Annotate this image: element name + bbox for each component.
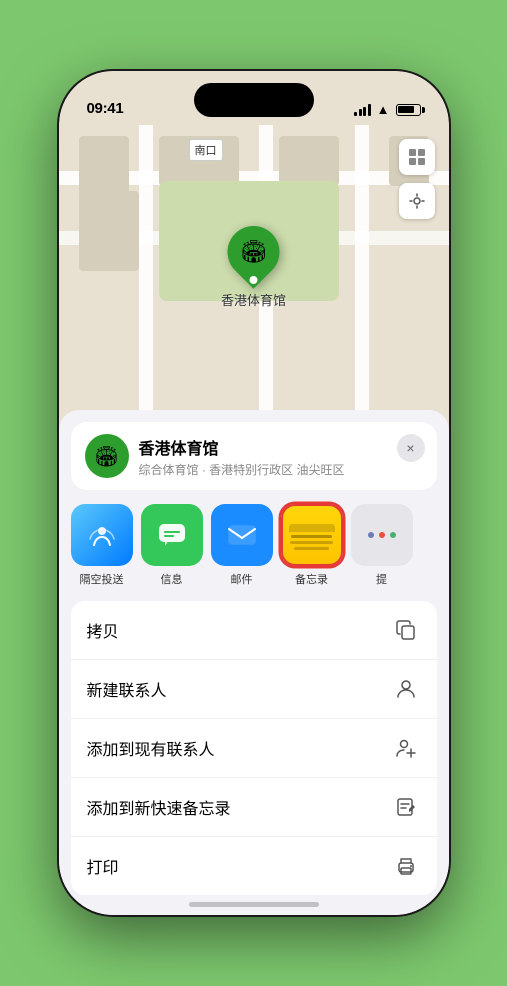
location-name: 香港体育馆 [139, 435, 423, 459]
action-copy[interactable]: 拷贝 [71, 601, 437, 660]
messages-label: 信息 [161, 571, 183, 587]
notes-label: 备忘录 [295, 571, 328, 587]
action-add-existing-label: 添加到现有联系人 [87, 736, 215, 760]
stadium-marker[interactable]: 🏟 香港体育馆 [221, 226, 286, 309]
map-type-button[interactable] [399, 139, 435, 175]
airdrop-icon [71, 504, 133, 566]
action-new-contact-label: 新建联系人 [87, 677, 167, 701]
print-icon [391, 851, 421, 881]
status-time: 09:41 [87, 100, 124, 117]
mail-label: 邮件 [231, 571, 253, 587]
action-copy-label: 拷贝 [87, 618, 119, 642]
battery-icon [396, 104, 421, 116]
messages-icon [141, 504, 203, 566]
more-label: 提 [376, 571, 387, 587]
location-description: 综合体育馆 · 香港特别行政区 油尖旺区 [139, 461, 423, 478]
notes-icon [281, 504, 343, 566]
dynamic-island [194, 83, 314, 117]
stadium-pin-dot [249, 276, 257, 284]
share-row: 隔空投送 信息 [59, 490, 449, 593]
action-new-contact[interactable]: 新建联系人 [71, 660, 437, 719]
phone-screen: 09:41 ▲ [59, 71, 449, 915]
action-add-existing[interactable]: 添加到现有联系人 [71, 719, 437, 778]
bottom-sheet: 🏟 香港体育馆 综合体育馆 · 香港特别行政区 油尖旺区 × [59, 410, 449, 915]
stadium-icon: 🏟 [240, 239, 268, 265]
location-button[interactable] [399, 183, 435, 219]
action-print[interactable]: 打印 [71, 837, 437, 895]
person-icon [391, 674, 421, 704]
location-info: 香港体育馆 综合体育馆 · 香港特别行政区 油尖旺区 [139, 435, 423, 478]
mail-icon [211, 504, 273, 566]
share-item-mail[interactable]: 邮件 [211, 504, 273, 587]
airdrop-label: 隔空投送 [80, 571, 124, 587]
wifi-icon: ▲ [377, 102, 390, 117]
share-item-notes[interactable]: 备忘录 [281, 504, 343, 587]
share-item-airdrop[interactable]: 隔空投送 [71, 504, 133, 587]
action-print-label: 打印 [87, 854, 119, 878]
phone-frame: 09:41 ▲ [59, 71, 449, 915]
signal-icon [354, 104, 371, 116]
copy-icon [391, 615, 421, 645]
location-card: 🏟 香港体育馆 综合体育馆 · 香港特别行政区 油尖旺区 × [71, 422, 437, 490]
location-venue-icon: 🏟 [85, 434, 129, 478]
more-apps-icon [351, 504, 413, 566]
quick-note-icon [391, 792, 421, 822]
map-label: 南口 [189, 139, 223, 161]
map-controls [399, 139, 435, 227]
stadium-map-label: 香港体育馆 [221, 290, 286, 309]
close-button[interactable]: × [397, 434, 425, 462]
status-icons: ▲ [354, 102, 420, 117]
action-quick-note[interactable]: 添加到新快速备忘录 [71, 778, 437, 837]
share-item-messages[interactable]: 信息 [141, 504, 203, 587]
person-add-icon [391, 733, 421, 763]
home-indicator [189, 902, 319, 907]
action-quick-note-label: 添加到新快速备忘录 [87, 795, 231, 819]
share-item-more[interactable]: 提 [351, 504, 413, 587]
action-list: 拷贝 新建联系人 [71, 601, 437, 895]
